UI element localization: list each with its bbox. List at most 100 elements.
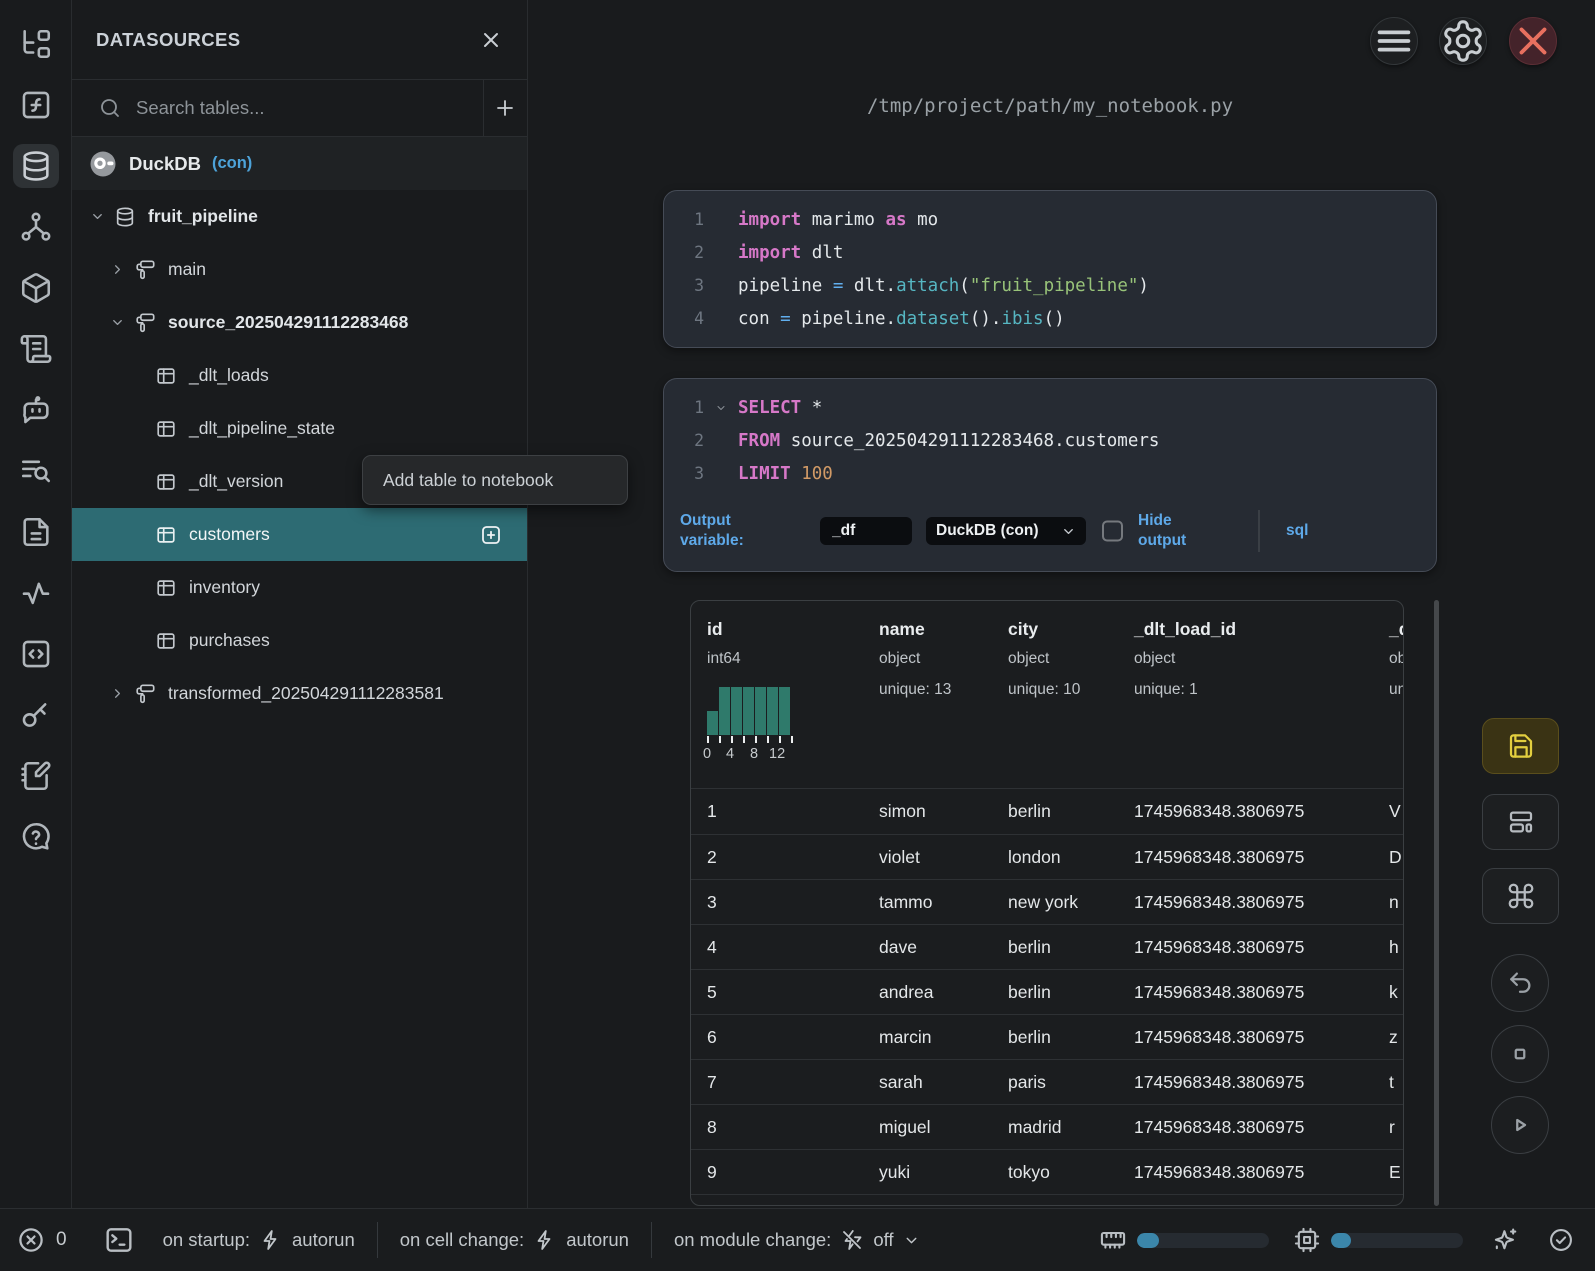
runtime-settings: on startup:autorunon cell change:autorun… bbox=[153, 1222, 942, 1258]
tree-item-purchases[interactable]: purchases bbox=[72, 614, 527, 667]
cell-1-line-1[interactable]: 1import marimo as mo bbox=[664, 203, 1436, 236]
code-cell-1[interactable]: 1import marimo as mo2import dlt3pipeline… bbox=[663, 190, 1437, 348]
undo-button[interactable] bbox=[1491, 954, 1549, 1012]
id-histogram: 04812 bbox=[707, 687, 792, 762]
activity-function-square-icon[interactable] bbox=[13, 83, 59, 127]
scrollbar-thumb[interactable] bbox=[1434, 600, 1439, 1206]
histogram-bar bbox=[743, 687, 754, 735]
tick bbox=[707, 736, 709, 743]
table-icon bbox=[155, 471, 179, 493]
add-datasource-button[interactable] bbox=[482, 80, 527, 136]
tree-item-label: main bbox=[168, 259, 206, 280]
tree-item-source_202504291112283468[interactable]: source_202504291112283468 bbox=[72, 296, 527, 349]
column-header-name: nameobjectunique: 13 bbox=[879, 601, 1006, 788]
table-row-8[interactable]: 8miguelmadrid1745968348.3806975r bbox=[691, 1104, 1403, 1149]
tree-item-fruit_pipeline[interactable]: fruit_pipeline bbox=[72, 190, 527, 243]
panel-title: DATASOURCES bbox=[96, 29, 241, 51]
sql-cell[interactable]: 1SELECT *2FROM source_202504291112283468… bbox=[663, 378, 1437, 572]
command-button[interactable] bbox=[1482, 868, 1559, 924]
tick bbox=[767, 736, 769, 743]
code-token: ) bbox=[1138, 276, 1149, 296]
tick bbox=[779, 736, 781, 743]
cell-2-lines: 1SELECT *2FROM source_202504291112283468… bbox=[664, 379, 1436, 490]
tick bbox=[743, 736, 745, 743]
close-panel-icon[interactable] bbox=[479, 28, 503, 52]
line-number: 1 bbox=[680, 210, 704, 229]
hide-output-label[interactable]: Hide output bbox=[1138, 511, 1202, 551]
hide-output-checkbox[interactable] bbox=[1102, 521, 1123, 542]
settings-button[interactable] bbox=[1439, 17, 1487, 65]
column-type: object bbox=[879, 650, 1006, 668]
table-header: idint6404812nameobjectunique: 13cityobje… bbox=[691, 601, 1403, 789]
tree-item-_dlt_pipeline_state[interactable]: _dlt_pipeline_state bbox=[72, 402, 527, 455]
chevron-right-icon bbox=[110, 686, 126, 701]
activity-activity-icon[interactable] bbox=[13, 571, 59, 615]
layout-button[interactable] bbox=[1482, 794, 1559, 850]
tree-item-label: inventory bbox=[189, 577, 260, 598]
activity-workflow-icon[interactable] bbox=[13, 205, 59, 249]
tree-item-main[interactable]: main bbox=[72, 243, 527, 296]
tree-item-label: source_202504291112283468 bbox=[168, 312, 408, 333]
table-row-7[interactable]: 7sarahparis1745968348.3806975t bbox=[691, 1059, 1403, 1104]
menu-button[interactable] bbox=[1370, 17, 1418, 65]
table-row-9[interactable]: 9yukitokyo1745968348.3806975E bbox=[691, 1149, 1403, 1194]
output-variable-input[interactable] bbox=[820, 517, 912, 545]
stop-button[interactable] bbox=[1491, 1025, 1549, 1083]
save-button[interactable] bbox=[1482, 718, 1559, 774]
table-row-4[interactable]: 4daveberlin1745968348.3806975h bbox=[691, 924, 1403, 969]
code-text: con = pipeline.dataset().ibis() bbox=[738, 309, 1065, 329]
engine-row-duckdb[interactable]: DuckDB (con) bbox=[72, 137, 527, 190]
cell-2-line-3[interactable]: 3LIMIT 100 bbox=[664, 457, 1436, 490]
histogram-bar bbox=[779, 687, 790, 735]
activity-notebook-pen-icon[interactable] bbox=[13, 754, 59, 798]
activity-help-circle-icon[interactable] bbox=[13, 815, 59, 859]
tick-label: 8 bbox=[750, 746, 758, 762]
table-row-6[interactable]: 6marcinberlin1745968348.3806975z bbox=[691, 1014, 1403, 1059]
cell-2-line-2[interactable]: 2FROM source_202504291112283468.customer… bbox=[664, 424, 1436, 457]
runtime-on-module-change-[interactable]: on module change:off bbox=[652, 1228, 942, 1252]
table-row-2[interactable]: 2violetlondon1745968348.3806975D bbox=[691, 834, 1403, 879]
activity-package-icon[interactable] bbox=[13, 266, 59, 310]
runtime-value: autorun bbox=[566, 1229, 629, 1251]
search-tables-input[interactable] bbox=[136, 97, 436, 119]
tree-item-_dlt_loads[interactable]: _dlt_loads bbox=[72, 349, 527, 402]
error-count[interactable]: 0 bbox=[16, 1225, 67, 1255]
code-token: SELECT bbox=[738, 398, 801, 418]
x-circle-icon bbox=[16, 1225, 46, 1255]
tree-item-label: _dlt_loads bbox=[189, 365, 269, 386]
tree-item-customers[interactable]: customers bbox=[72, 508, 527, 561]
sparkles-icon[interactable] bbox=[1491, 1226, 1519, 1254]
cell-1-line-4[interactable]: 4con = pipeline.dataset().ibis() bbox=[664, 302, 1436, 335]
activity-bot-chat-icon[interactable] bbox=[13, 388, 59, 432]
terminal-button[interactable] bbox=[103, 1224, 135, 1256]
table-row-5[interactable]: 5andreaberlin1745968348.3806975k bbox=[691, 969, 1403, 1014]
engine-select[interactable]: DuckDB (con) bbox=[926, 517, 1086, 545]
activity-file-text-icon[interactable] bbox=[13, 510, 59, 554]
table-row-1[interactable]: 1simonberlin1745968348.3806975V bbox=[691, 789, 1403, 834]
shutdown-button[interactable] bbox=[1509, 17, 1557, 65]
column-header-_dlt_id: _dlt_idobjectunique: 13 bbox=[1389, 601, 1404, 788]
runtime-on-startup-[interactable]: on startup:autorun bbox=[153, 1228, 377, 1252]
table-row-3[interactable]: 3tammonew york1745968348.3806975n bbox=[691, 879, 1403, 924]
runtime-on-cell-change-[interactable]: on cell change:autorun bbox=[378, 1228, 651, 1252]
cell: 2 bbox=[707, 835, 717, 880]
tree-item-label: fruit_pipeline bbox=[148, 206, 258, 227]
activity-database-icon[interactable] bbox=[13, 144, 59, 188]
code-token: "fruit_pipeline" bbox=[970, 276, 1139, 296]
line-number: 3 bbox=[680, 276, 704, 295]
tree-item-transformed_202504291112283581[interactable]: transformed_202504291112283581 bbox=[72, 667, 527, 720]
activity-key-icon[interactable] bbox=[13, 693, 59, 737]
tree-item-inventory[interactable]: inventory bbox=[72, 561, 527, 614]
cell: 1745968348.3806975 bbox=[1134, 789, 1304, 834]
activity-file-tree-icon[interactable] bbox=[13, 22, 59, 66]
table-icon bbox=[155, 577, 179, 599]
add-table-button[interactable] bbox=[479, 523, 503, 547]
play-button[interactable] bbox=[1491, 1096, 1549, 1154]
activity-list-search-icon[interactable] bbox=[13, 449, 59, 493]
activity-code-square-icon[interactable] bbox=[13, 632, 59, 676]
histogram-bar bbox=[731, 687, 742, 735]
cell-1-line-2[interactable]: 2import dlt bbox=[664, 236, 1436, 269]
cell-2-line-1[interactable]: 1SELECT * bbox=[664, 391, 1436, 424]
activity-scroll-text-icon[interactable] bbox=[13, 327, 59, 371]
cell-1-line-3[interactable]: 3pipeline = dlt.attach("fruit_pipeline") bbox=[664, 269, 1436, 302]
